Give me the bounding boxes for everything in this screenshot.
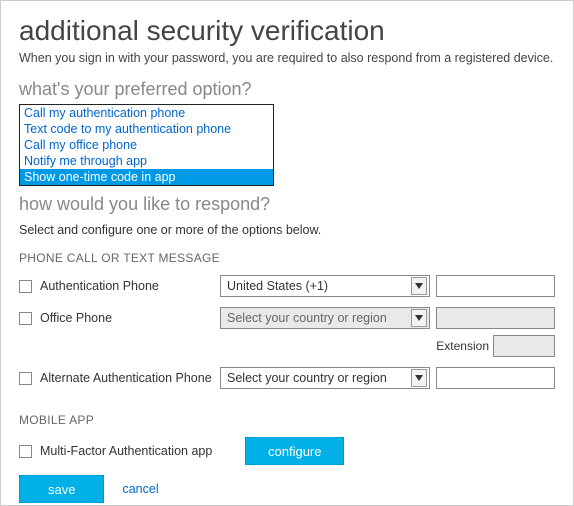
preferred-option-heading: what's your preferred option? bbox=[19, 79, 555, 100]
phone-group-title: PHONE CALL OR TEXT MESSAGE bbox=[19, 251, 555, 265]
chevron-down-icon bbox=[411, 309, 427, 327]
office-phone-row: Office Phone Select your country or regi… bbox=[19, 307, 555, 329]
auth-phone-row: Authentication Phone United States (+1) bbox=[19, 275, 555, 297]
preferred-option-item[interactable]: Text code to my authentication phone bbox=[20, 121, 273, 137]
auth-phone-country-select[interactable]: United States (+1) bbox=[220, 275, 430, 297]
mobile-app-group-title: MOBILE APP bbox=[19, 413, 555, 427]
page-title: additional security verification bbox=[19, 15, 555, 47]
alt-phone-checkbox[interactable] bbox=[19, 372, 32, 385]
respond-hint: Select and configure one or more of the … bbox=[19, 223, 555, 237]
auth-phone-number-input[interactable] bbox=[436, 275, 555, 297]
auth-phone-label: Authentication Phone bbox=[40, 279, 159, 293]
mobile-app-row: Multi-Factor Authentication app configur… bbox=[19, 437, 555, 465]
mobile-app-label: Multi-Factor Authentication app bbox=[40, 444, 212, 458]
office-phone-label: Office Phone bbox=[40, 311, 112, 325]
respond-heading: how would you like to respond? bbox=[19, 194, 555, 215]
chevron-down-icon bbox=[411, 369, 427, 387]
save-button[interactable]: save bbox=[19, 475, 104, 503]
alt-phone-country-select[interactable]: Select your country or region bbox=[220, 367, 430, 389]
auth-phone-country-value: United States (+1) bbox=[227, 279, 328, 293]
cancel-link[interactable]: cancel bbox=[122, 482, 158, 496]
alt-phone-row: Alternate Authentication Phone Select yo… bbox=[19, 367, 555, 389]
preferred-option-item[interactable]: Notify me through app bbox=[20, 153, 273, 169]
alt-phone-label: Alternate Authentication Phone bbox=[40, 371, 212, 385]
office-phone-number-input bbox=[436, 307, 555, 329]
alt-phone-country-value: Select your country or region bbox=[227, 371, 387, 385]
office-phone-country-value: Select your country or region bbox=[227, 311, 387, 325]
alt-phone-number-input[interactable] bbox=[436, 367, 555, 389]
office-phone-checkbox[interactable] bbox=[19, 312, 32, 325]
preferred-option-item-selected[interactable]: Show one-time code in app bbox=[20, 169, 273, 185]
office-phone-country-select: Select your country or region bbox=[220, 307, 430, 329]
mobile-app-checkbox[interactable] bbox=[19, 445, 32, 458]
chevron-down-icon bbox=[411, 277, 427, 295]
extension-input bbox=[493, 335, 555, 357]
auth-phone-checkbox[interactable] bbox=[19, 280, 32, 293]
page-subtitle: When you sign in with your password, you… bbox=[19, 51, 555, 65]
extension-label: Extension bbox=[436, 339, 489, 353]
preferred-option-item[interactable]: Call my authentication phone bbox=[20, 105, 273, 121]
preferred-option-item[interactable]: Call my office phone bbox=[20, 137, 273, 153]
configure-button[interactable]: configure bbox=[245, 437, 344, 465]
preferred-option-listbox[interactable]: Call my authentication phone Text code t… bbox=[19, 104, 274, 186]
